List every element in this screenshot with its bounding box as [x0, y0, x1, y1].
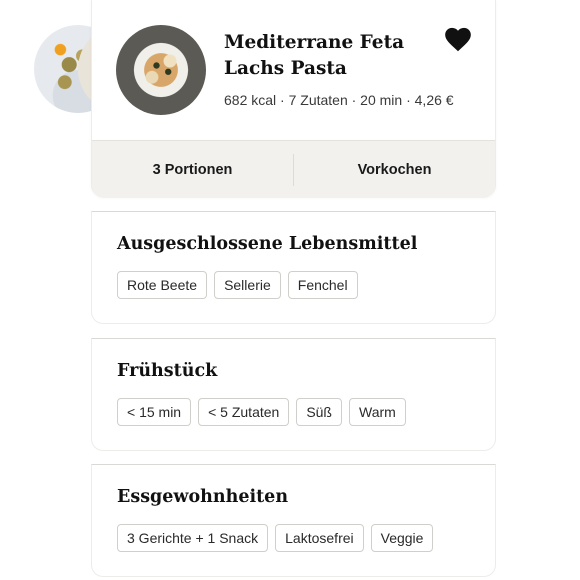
section-title: Ausgeschlossene Lebensmittel — [117, 234, 418, 254]
eating-habits-section[interactable]: Essgewohnheiten 3 Gerichte + 1 Snack Lak… — [91, 464, 496, 577]
chip-fenchel[interactable]: Fenchel — [287, 271, 358, 299]
recipe-action-bar: 3 Portionen Vorkochen — [92, 140, 495, 198]
meal-prep-button[interactable]: Vorkochen — [294, 162, 495, 178]
chip-list: < 15 min < 5 Zutaten Süß Warm — [117, 398, 406, 426]
chip-lactose-free[interactable]: Laktosefrei — [275, 524, 364, 552]
recipe-meta: 682 kcal · 7 Zutaten · 20 min · 4,26 € — [224, 92, 454, 108]
section-title: Frühstück — [117, 361, 218, 381]
chip-sellerie[interactable]: Sellerie — [214, 271, 281, 299]
excluded-foods-section[interactable]: Ausgeschlossene Lebensmittel Rote Beete … — [91, 211, 496, 324]
chip-rote-beete[interactable]: Rote Beete — [117, 271, 208, 299]
chip-under-15-min[interactable]: < 15 min — [117, 398, 192, 426]
breakfast-section[interactable]: Frühstück < 15 min < 5 Zutaten Süß Warm — [91, 338, 496, 451]
chip-list: 3 Gerichte + 1 Snack Laktosefrei Veggie — [117, 524, 434, 552]
chip-warm[interactable]: Warm — [349, 398, 406, 426]
portions-button[interactable]: 3 Portionen — [92, 162, 293, 178]
recipe-title: Mediterrane Feta Lachs Pasta — [224, 32, 405, 79]
chip-sweet[interactable]: Süß — [296, 398, 342, 426]
chip-under-5-ingredients[interactable]: < 5 Zutaten — [198, 398, 290, 426]
chip-veggie[interactable]: Veggie — [370, 524, 434, 552]
section-title: Essgewohnheiten — [117, 487, 289, 507]
heart-icon[interactable] — [444, 26, 472, 52]
recipe-image-pasta — [116, 25, 206, 115]
chip-meals-plus-snack[interactable]: 3 Gerichte + 1 Snack — [117, 524, 269, 552]
chip-list: Rote Beete Sellerie Fenchel — [117, 271, 358, 299]
